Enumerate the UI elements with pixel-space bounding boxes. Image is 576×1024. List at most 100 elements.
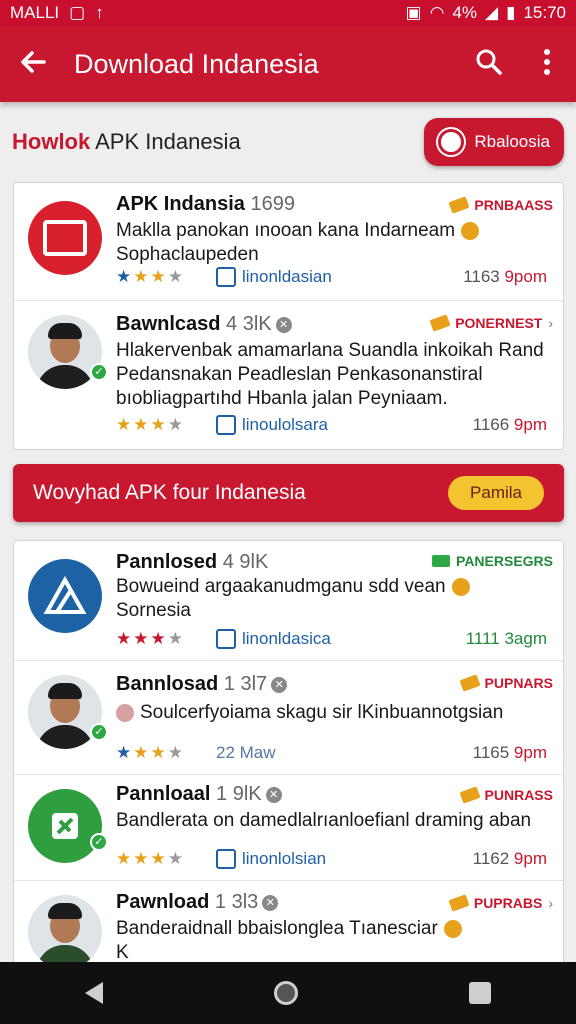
- gear-avatar-icon: [116, 703, 134, 722]
- app-meta: ★★★★ linoulolsara 1166 9pm: [116, 415, 547, 435]
- ticket-icon: [448, 196, 470, 214]
- ticket-icon: [459, 786, 481, 804]
- emoji-icon: [451, 577, 470, 596]
- list-item[interactable]: ✓ Pannloaal 1 9lK ✕ PUNRASS Bandlerata on…: [14, 775, 563, 881]
- badge-icon: ✕: [262, 894, 279, 911]
- app-name: Pawnload 1 3l3 ✕: [116, 891, 279, 914]
- nav-home-icon[interactable]: [273, 981, 298, 1005]
- chevron-right-icon: ›: [548, 895, 553, 911]
- app-meta: ★★★★ linonlolsian 1162 9pm: [116, 849, 547, 869]
- timestamp: 1163 9pom: [463, 267, 547, 286]
- search-icon: [476, 49, 502, 75]
- star-rating: ★★★★: [116, 743, 185, 762]
- back-button[interactable]: [0, 47, 66, 82]
- timestamp: 1111 3agm: [465, 629, 547, 648]
- thumbs-up-icon: [216, 267, 236, 287]
- section-header: Howlok APK Indanesia Rbaloosia: [0, 112, 576, 172]
- app-meta: ★★★★ 22 Maw 1165 9pm: [116, 743, 547, 763]
- banner-button[interactable]: Pamila: [448, 476, 544, 510]
- thumbs-up-icon: [216, 629, 236, 649]
- app-tag: PUPNARS: [459, 674, 553, 692]
- list-item[interactable]: Pawnload 1 3l3 ✕ PUPRABS › Banderaidnall b…: [14, 881, 563, 969]
- app-tag: PUPRABS ›: [448, 894, 553, 912]
- app-description: Hlakervenbak amamarlana Suandla inkoikah…: [116, 340, 544, 409]
- section-title-accent: Howlok: [12, 129, 91, 154]
- app-name: Pannlosed 4 9lK: [116, 551, 269, 573]
- app-name: Bawnlcasd 4 3lK ✕: [116, 313, 292, 336]
- verified-check-icon: ✓: [90, 723, 108, 741]
- star-rating: ★★★★: [116, 629, 185, 648]
- verified-check-icon: ✓: [90, 363, 108, 381]
- system-nav-bar: [0, 962, 576, 1024]
- download-banner[interactable]: Wovyhad APK four Indanesia Pamila: [13, 464, 564, 522]
- carrier-label: MALLI: [10, 3, 60, 22]
- tools-icon: [52, 813, 78, 839]
- record-icon: [438, 129, 465, 155]
- notification-icon: ▢: [69, 3, 86, 22]
- star-rating: ★★★★: [116, 849, 185, 868]
- list-item[interactable]: ✓ Bannlosad 1 3l7 ✕ PUPNARS Soulcerfyoiam…: [14, 661, 563, 775]
- app-list-card: APK Indansia 1699 PRNBAASS Maklla panoka…: [13, 182, 564, 450]
- nav-back-icon[interactable]: [85, 982, 104, 1004]
- app-bar: Download Indanesia: [0, 26, 576, 102]
- banner-label: Wovyhad APK four Indanesia: [33, 481, 306, 504]
- ticket-icon: [448, 894, 470, 912]
- ticket-icon: [432, 555, 451, 567]
- star-rating: ★★★★: [116, 267, 185, 286]
- avatar: [28, 315, 102, 389]
- app-description: Bandlerata on damedlalrıanloefianl drami…: [116, 810, 532, 831]
- battery-icon: ▮: [506, 3, 516, 22]
- list-item[interactable]: ✓ Bawnlcasd 4 3lK ✕ PONERNEST › Hlakervenb…: [14, 301, 563, 449]
- app-name: Bannlosad 1 3l7 ✕: [116, 673, 288, 696]
- upload-icon: ↑: [95, 3, 104, 22]
- chevron-right-icon: ›: [548, 315, 553, 331]
- ticket-icon: [429, 314, 451, 332]
- like-link[interactable]: linonldasian: [216, 267, 332, 287]
- battery-percent: 4%: [452, 3, 478, 22]
- app-tag: PRNBAASS: [448, 196, 553, 214]
- list-item[interactable]: Pannlosed 4 9lK PANERSEGRS Bowueind arga…: [14, 541, 563, 661]
- like-link[interactable]: linonldasica: [216, 629, 331, 649]
- section-title: Howlok APK Indanesia: [12, 129, 241, 155]
- badge-icon: ✕: [271, 676, 288, 693]
- avatar: [28, 895, 102, 969]
- app-description: Bowueind argaakanudmganu sdd vean Sornesi…: [116, 575, 549, 623]
- more-vert-icon: [544, 48, 550, 75]
- app-description: Banderaidnall bbaislonglea Tıanesciar K: [116, 917, 549, 965]
- section-title-rest: APK Indanesia: [90, 129, 241, 154]
- ticket-icon: [459, 674, 481, 692]
- timestamp: 1165 9pm: [472, 743, 547, 762]
- app-icon: [28, 201, 102, 275]
- app-description: Soulcerfyoiama skagu sir lKinbuannotgsia…: [116, 701, 549, 725]
- app-name: Pannloaal 1 9lK ✕: [116, 783, 282, 806]
- thumbs-up-icon: [216, 849, 236, 869]
- more-options-button[interactable]: [518, 48, 576, 81]
- verified-check-icon: ✓: [90, 833, 108, 851]
- app-meta: ★★★★ linonldasica 1111 3agm: [116, 629, 547, 649]
- clock: 15:70: [523, 3, 566, 22]
- timestamp: 1166 9pm: [472, 415, 547, 434]
- badge-icon: ✕: [265, 786, 282, 803]
- emoji-icon: [461, 221, 480, 240]
- list-item[interactable]: APK Indansia 1699 PRNBAASS Maklla panoka…: [14, 183, 563, 301]
- app-icon: [28, 789, 102, 863]
- wifi-icon: ◠: [429, 3, 445, 22]
- like-link[interactable]: linonlolsian: [216, 849, 326, 869]
- app-icon: [28, 559, 102, 633]
- app-name: APK Indansia 1699: [116, 193, 295, 215]
- app-list-card-2: Pannlosed 4 9lK PANERSEGRS Bowueind arga…: [13, 540, 564, 970]
- vibrate-icon: ▣: [405, 3, 422, 22]
- app-meta: ★★★★ linonldasian 1163 9pom: [116, 267, 547, 287]
- app-tag: PANERSEGRS: [432, 553, 553, 569]
- like-link[interactable]: linoulolsara: [216, 415, 328, 435]
- triangle-logo-icon: [43, 576, 87, 614]
- app-tag: PONERNEST ›: [429, 314, 553, 332]
- region-pill-button[interactable]: Rbaloosia: [424, 118, 564, 166]
- avatar: [28, 675, 102, 749]
- star-rating: ★★★★: [116, 415, 185, 434]
- back-arrow-icon: [21, 50, 46, 73]
- thumbs-up-icon: [216, 415, 236, 435]
- nav-recents-icon[interactable]: [468, 982, 491, 1004]
- search-button[interactable]: [460, 47, 518, 82]
- emoji-icon: [443, 919, 462, 938]
